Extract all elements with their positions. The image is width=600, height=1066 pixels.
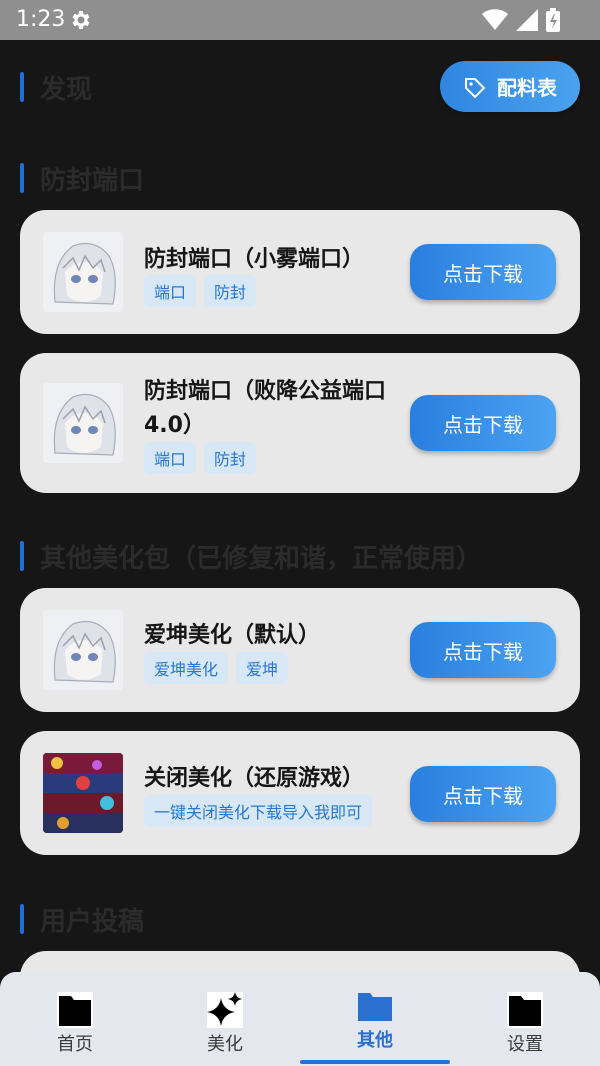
- wifi-icon: [482, 9, 508, 30]
- tag-chip: 防封: [204, 275, 257, 307]
- section-title-beautify: 其他美化包（已修复和谐，正常使用）: [20, 539, 483, 574]
- resource-card: 爱坤美化（默认） 爱坤美化 爱坤 点击下载: [20, 588, 580, 712]
- card-title: 防封端口（小雾端口）: [144, 247, 365, 272]
- battery-icon: [546, 8, 560, 32]
- nav-other-label: 其他: [357, 1030, 393, 1051]
- formula-button[interactable]: 配料表: [440, 61, 580, 112]
- avatar-thumbnail: [43, 232, 123, 312]
- formula-button-label: 配料表: [497, 76, 557, 100]
- card-title: 防封端口（败降公益端口4.0）: [144, 379, 387, 438]
- nav-home-label: 首页: [57, 1034, 93, 1055]
- resource-card: 关闭美化（还原游戏） 一键关闭美化下载导入我即可 点击下载: [20, 731, 580, 855]
- resource-card: 防封端口（小雾端口） 端口 防封 点击下载: [20, 210, 580, 334]
- game-thumbnail: [43, 753, 123, 833]
- card-title: 关闭美化（还原游戏）: [144, 766, 365, 791]
- page-title: 发现: [20, 70, 93, 105]
- section-title-text: 其他美化包（已修复和谐，正常使用）: [40, 543, 483, 574]
- section-title-text: 防封端口: [40, 165, 145, 196]
- nav-home[interactable]: 首页: [0, 972, 150, 1066]
- bottom-navigation: 首页 美化 其他 设置: [0, 972, 600, 1066]
- status-bar: 1:23: [0, 0, 600, 40]
- download-button[interactable]: 点击下载: [410, 244, 556, 300]
- folder-icon: [57, 992, 93, 1028]
- tag-chip: 一键关闭美化下载导入我即可: [144, 795, 373, 827]
- page-title-text: 发现: [40, 74, 93, 105]
- card-title: 爱坤美化（默认）: [144, 623, 321, 648]
- title-accent-bar: [20, 72, 24, 102]
- status-icons: [482, 8, 560, 32]
- tag-chip: 防封: [204, 442, 257, 474]
- nav-beautify[interactable]: 美化: [150, 972, 300, 1066]
- card-tags: 端口 防封: [144, 275, 257, 307]
- section-accent-bar: [20, 904, 24, 934]
- status-time: 1:23: [16, 7, 66, 32]
- sparkle-icon: [207, 992, 243, 1028]
- tag-icon: [465, 77, 486, 98]
- section-accent-bar: [20, 541, 24, 571]
- nav-other[interactable]: 其他: [300, 972, 450, 1066]
- tag-chip: 爱坤美化: [144, 652, 229, 684]
- section-accent-bar: [20, 163, 24, 193]
- avatar-thumbnail: [43, 610, 123, 690]
- download-button[interactable]: 点击下载: [410, 622, 556, 678]
- section-title-submissions: 用户投稿: [20, 902, 145, 937]
- resource-card: 防封端口（败降公益端口4.0） 端口 防封 点击下载: [20, 353, 580, 493]
- gear-icon: [72, 11, 90, 29]
- nav-settings[interactable]: 设置: [450, 972, 600, 1066]
- tag-chip: 端口: [144, 275, 197, 307]
- avatar-thumbnail: [43, 383, 123, 463]
- download-button[interactable]: 点击下载: [410, 395, 556, 451]
- folder-icon: [358, 993, 392, 1021]
- card-tags: 端口 防封: [144, 442, 257, 474]
- nav-settings-label: 设置: [507, 1034, 543, 1055]
- section-title-ports: 防封端口: [20, 161, 145, 196]
- nav-beautify-label: 美化: [207, 1034, 243, 1055]
- tag-chip: 端口: [144, 442, 197, 474]
- card-tags: 一键关闭美化下载导入我即可: [144, 795, 373, 827]
- download-button[interactable]: 点击下载: [410, 766, 556, 822]
- tag-chip: 爱坤: [236, 652, 289, 684]
- section-title-text: 用户投稿: [40, 906, 145, 937]
- card-tags: 爱坤美化 爱坤: [144, 652, 289, 684]
- folder-icon: [507, 992, 543, 1028]
- signal-icon: [516, 9, 538, 31]
- active-tab-indicator: [300, 1060, 450, 1064]
